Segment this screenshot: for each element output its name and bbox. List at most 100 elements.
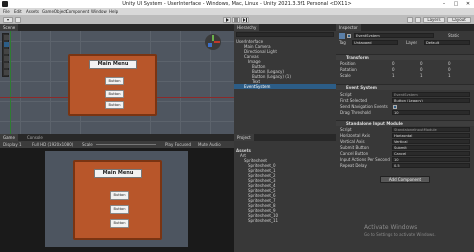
repeat-delay-field[interactable]: 0.5	[392, 163, 470, 168]
position-y-value[interactable]: 0	[420, 61, 423, 66]
hierarchy-item-eventsystem[interactable]: EventSystem	[234, 84, 336, 89]
position-x-value[interactable]: 0	[392, 61, 395, 66]
rotation-z-value[interactable]: 0	[448, 67, 451, 72]
project-tabbar: Project	[234, 134, 336, 141]
hierarchy-search-input[interactable]	[236, 32, 334, 37]
event-system-title: Event System	[346, 85, 377, 90]
add-component-button[interactable]: Add Component	[380, 176, 430, 183]
tab-console[interactable]: Console	[24, 134, 46, 141]
horizontal-axis-field[interactable]: Horizontal	[392, 133, 470, 138]
transform-title: Transform	[346, 55, 369, 60]
rotation-y-value[interactable]: 0	[420, 67, 423, 72]
menu-edit[interactable]: Edit	[14, 9, 22, 14]
static-toggle[interactable]: Static	[448, 33, 459, 38]
activate-windows-title: Activate Windows	[364, 224, 418, 231]
activate-windows-subtitle: Go to Settings to activate Windows.	[364, 232, 436, 237]
y-axis-line	[10, 31, 11, 134]
transform-header[interactable]: Transform	[336, 54, 474, 60]
scene-button-2[interactable]: Button	[105, 90, 124, 98]
cancel-button-field[interactable]: Cancel	[392, 151, 470, 156]
gameobject-icon	[339, 33, 345, 39]
tab-project[interactable]: Project	[234, 134, 254, 141]
display-dropdown[interactable]: Display 1	[3, 142, 22, 147]
drag-threshold-field[interactable]: 10	[392, 110, 470, 115]
rotation-x-value[interactable]: 0	[392, 67, 395, 72]
game-button-1[interactable]: Button	[110, 191, 129, 200]
maximize-button[interactable]: □	[450, 0, 462, 8]
rotate-tool-icon[interactable]	[4, 49, 9, 54]
position-z-value[interactable]: 0	[448, 61, 451, 66]
tag-dropdown[interactable]: Untagged	[352, 40, 398, 45]
layer-dropdown[interactable]: Default	[424, 40, 470, 45]
search-icon[interactable]	[415, 17, 421, 23]
menu-component[interactable]: Component	[66, 9, 89, 14]
game-button-2[interactable]: Button	[110, 205, 129, 214]
object-name-field[interactable]: EventSystem	[354, 33, 434, 38]
scene-main-menu-panel[interactable]: Main Menu Button Button Button	[68, 54, 157, 116]
hierarchy-tabbar: Hierarchy	[234, 24, 336, 31]
scene-button-3[interactable]: Button	[105, 101, 124, 109]
im-script-field: StandaloneInputModule	[392, 127, 470, 132]
tab-scene[interactable]: Scene	[0, 24, 19, 31]
scale-tool-icon[interactable]	[4, 56, 9, 61]
play-focused-dropdown[interactable]: Play Focused	[165, 142, 191, 147]
tab-inspector[interactable]: Inspector	[336, 24, 361, 31]
vertical-axis-field[interactable]: Vertical	[392, 139, 470, 144]
menu-help[interactable]: Help	[109, 9, 118, 14]
scale-slider[interactable]	[96, 144, 156, 145]
tab-hierarchy[interactable]: Hierarchy	[234, 24, 260, 31]
pause-icon	[234, 18, 238, 22]
step-button[interactable]	[241, 17, 249, 23]
im-script-label: Script	[340, 127, 352, 132]
rotation-label: Rotation	[340, 67, 357, 72]
move-tool-icon[interactable]	[4, 42, 9, 47]
history-icon[interactable]	[407, 17, 413, 23]
layers-dropdown[interactable]: Layers	[423, 17, 445, 23]
first-selected-field[interactable]: Button (Legacy)	[392, 98, 470, 103]
menu-window[interactable]: Window	[91, 9, 107, 14]
toolbar: ▾ Layers Layout	[0, 15, 474, 24]
scale-z-value[interactable]: 1	[448, 73, 451, 78]
scene-gizmo-icon[interactable]	[205, 34, 221, 50]
rect-tool-icon[interactable]	[4, 63, 9, 68]
input-module-header[interactable]: Standalone Input Module	[336, 120, 474, 126]
submit-button-field[interactable]: Submit	[392, 145, 470, 150]
scale-x-value[interactable]: 1	[392, 73, 395, 78]
project-item[interactable]: Spritesheet_11	[234, 218, 336, 223]
submit-button-label: Submit Button	[340, 145, 369, 150]
play-button[interactable]	[223, 17, 231, 23]
drag-threshold-label: Drag Threshold	[340, 110, 371, 115]
menu-gameobject[interactable]: GameObject	[42, 9, 67, 14]
layout-dropdown[interactable]: Layout	[447, 17, 471, 23]
transform-tool-icon[interactable]	[4, 70, 9, 75]
game-button-3[interactable]: Button	[110, 219, 129, 228]
scale-y-value[interactable]: 1	[420, 73, 423, 78]
input-actions-field[interactable]: 10	[392, 157, 470, 162]
menu-assets[interactable]: Assets	[26, 9, 39, 14]
tab-game[interactable]: Game	[0, 134, 18, 141]
mute-audio-toggle[interactable]: Mute Audio	[198, 142, 221, 147]
pause-button[interactable]	[232, 17, 240, 23]
hierarchy-item-label: EventSystem	[244, 84, 271, 89]
cloud-icon[interactable]	[15, 17, 21, 23]
hand-tool-icon[interactable]	[4, 35, 9, 40]
event-system-header[interactable]: Event System	[336, 84, 474, 90]
send-navigation-checkbox[interactable]	[393, 105, 397, 109]
inspector-panel: Inspector EventSystem Static Tag Untagge…	[336, 24, 474, 252]
scene-panel: Scene Main Menu Button Button Button	[0, 24, 234, 134]
scene-menu-title: Main Menu	[89, 60, 137, 69]
repeat-delay-label: Repeat Delay	[340, 163, 367, 168]
resolution-dropdown[interactable]: Full HD (1920x1080)	[32, 142, 73, 147]
game-viewport[interactable]: Main Menu Button Button Button	[0, 148, 234, 252]
active-checkbox[interactable]	[347, 34, 351, 38]
game-menu-title: Main Menu	[94, 169, 142, 178]
scene-button-1[interactable]: Button	[105, 77, 124, 85]
send-navigation-label: Send Navigation Events	[340, 104, 388, 109]
input-actions-label: Input Actions Per Second	[340, 157, 390, 162]
account-button[interactable]: ▾	[3, 17, 13, 23]
window-title: Unity UI System - UserInterface - Window…	[122, 1, 352, 7]
menu-file[interactable]: File	[3, 9, 10, 14]
scene-viewport[interactable]: Main Menu Button Button Button	[0, 31, 234, 134]
minimize-button[interactable]: –	[438, 0, 450, 8]
close-button[interactable]: ✕	[462, 0, 474, 8]
